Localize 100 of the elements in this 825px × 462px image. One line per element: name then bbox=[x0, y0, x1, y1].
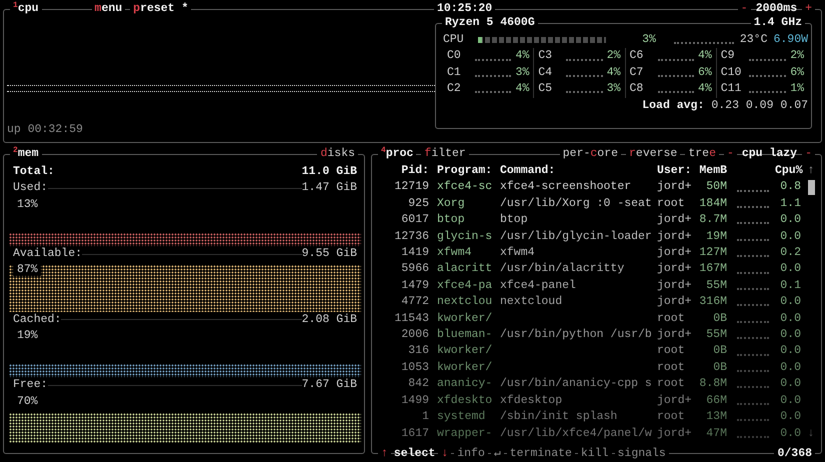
core-label: C9 bbox=[720, 48, 736, 64]
table-cell-text: kworker/ bbox=[436, 360, 494, 376]
mem-label: Available: bbox=[13, 246, 82, 262]
process-graph bbox=[737, 222, 769, 224]
core-percent: 6% bbox=[698, 64, 712, 81]
table-cell-text: 925 bbox=[407, 196, 430, 212]
mem-label: Cached: bbox=[13, 312, 62, 328]
column-header[interactable]: Command: bbox=[496, 163, 653, 180]
process-graph bbox=[737, 402, 769, 405]
table-cell-text: 1617 bbox=[400, 426, 430, 442]
table-cell-text: 8.7M bbox=[698, 212, 728, 228]
table-cell-text: root bbox=[656, 196, 686, 212]
core-percent: 2% bbox=[790, 48, 804, 64]
core-graph bbox=[475, 74, 512, 77]
table-cell-text: nextclou bbox=[436, 294, 494, 310]
table-cell-text: 47M bbox=[705, 426, 728, 442]
load-label: Load avg: bbox=[642, 98, 704, 114]
table-cell-text: wrapper- bbox=[436, 426, 494, 442]
table-cell-text: 0B bbox=[712, 360, 728, 376]
core-label: C10 bbox=[720, 64, 742, 81]
table-cell-text: root bbox=[656, 343, 686, 360]
table-cell-text: btop bbox=[436, 212, 466, 228]
table-cell-text: /usr/bin/alacritty bbox=[499, 261, 626, 278]
column-header[interactable]: Cpu% bbox=[775, 163, 805, 180]
cpu-mini-graph bbox=[674, 42, 734, 44]
scroll-up-arrow[interactable]: ↑ bbox=[805, 163, 817, 180]
load-values: 0.23 0.09 0.07 bbox=[711, 98, 808, 114]
table-cell-text: 0.2 bbox=[779, 245, 802, 262]
table-cell-text: 0.8 bbox=[779, 179, 802, 196]
column-header[interactable]: MemB bbox=[693, 163, 731, 180]
process-graph bbox=[737, 436, 769, 438]
table-cell-text: jord+ bbox=[656, 392, 693, 409]
cpu-label: CPU bbox=[443, 32, 464, 48]
table-cell-text: 0B bbox=[712, 310, 728, 327]
mem-value: 11.0 GiB bbox=[302, 164, 357, 180]
table-cell-text: jord+ bbox=[656, 228, 693, 245]
mem-value: 7.67 GiB bbox=[302, 377, 357, 394]
table-cell-text: ananicy- bbox=[436, 376, 494, 392]
table-cell-text: 1419 bbox=[400, 245, 430, 262]
table-cell-text: 0.0 bbox=[779, 212, 802, 228]
table-cell-text: Xorg bbox=[436, 196, 466, 212]
table-cell-text: 19M bbox=[705, 228, 728, 245]
table-cell-text: glycin-s bbox=[436, 228, 494, 245]
mem-label: Total: bbox=[13, 164, 54, 180]
mem-label: Free: bbox=[13, 377, 48, 394]
core-graph bbox=[566, 91, 603, 94]
table-cell-text: 66M bbox=[705, 392, 728, 409]
table-cell-text: 0.0 bbox=[779, 392, 802, 409]
column-header[interactable]: Pid: bbox=[375, 163, 433, 180]
core-percent: 3% bbox=[606, 81, 620, 98]
table-cell-text: 0.0 bbox=[779, 409, 802, 426]
select-button[interactable]: select bbox=[394, 446, 436, 462]
core-graph bbox=[658, 91, 694, 94]
mem-value: 2.08 GiB bbox=[302, 312, 357, 328]
column-header[interactable]: Program: bbox=[433, 163, 496, 180]
process-graph bbox=[737, 370, 769, 372]
core-label: C6 bbox=[630, 48, 644, 64]
column-header[interactable]: User: bbox=[653, 163, 693, 180]
core-graph bbox=[475, 91, 512, 94]
table-cell-text: 1 bbox=[421, 409, 430, 426]
process-graph bbox=[737, 206, 769, 208]
table-cell-text: root bbox=[656, 310, 686, 327]
table-cell-text: 0.0 bbox=[779, 294, 802, 310]
core-graph bbox=[748, 91, 786, 94]
core-label: C5 bbox=[538, 81, 554, 98]
sort-field: cpu lazy bbox=[742, 146, 798, 162]
table-cell-text: xfwm4 bbox=[436, 245, 473, 262]
table-cell-text: 167M bbox=[698, 261, 728, 278]
uptime: up 00:32:59 bbox=[7, 122, 84, 138]
table-cell-text: /usr/bin/ananicy-cpp s bbox=[499, 376, 653, 392]
table-cell-text: jord+ bbox=[656, 245, 693, 262]
table-cell-text: 1.1 bbox=[779, 196, 802, 212]
table-cell-text: xfce4-panel bbox=[499, 278, 577, 294]
table-cell-text: jord+ bbox=[656, 179, 693, 196]
core-graph bbox=[748, 74, 786, 77]
core-label: C7 bbox=[630, 64, 644, 81]
process-graph bbox=[737, 304, 769, 306]
table-cell-text: nextcloud bbox=[499, 294, 564, 310]
table-cell-text: xfwm4 bbox=[499, 245, 536, 262]
table-cell-text: blueman- bbox=[436, 327, 494, 344]
table-cell-text: jord+ bbox=[656, 426, 693, 442]
core-graph bbox=[658, 74, 694, 77]
core-percent: 3% bbox=[515, 64, 530, 81]
table-cell-text: 316M bbox=[698, 294, 728, 310]
table-cell-text: /usr/lib/Xorg :0 -seat bbox=[499, 196, 653, 212]
core-percent: 1% bbox=[790, 81, 804, 98]
core-percent: 6% bbox=[790, 64, 804, 81]
table-cell-text: 842 bbox=[407, 376, 430, 392]
core-graph bbox=[566, 74, 603, 77]
process-graph bbox=[737, 288, 769, 290]
table-cell-text: 1479 bbox=[400, 278, 430, 294]
cpu-temperature: 23°C bbox=[740, 32, 768, 48]
core-percent: 4% bbox=[698, 48, 712, 64]
table-cell-text: /sbin/init splash bbox=[499, 409, 618, 426]
table-cell-text: 13M bbox=[705, 409, 728, 426]
cpu-power: 6.90W bbox=[773, 32, 808, 48]
table-cell-text: kworker/ bbox=[436, 343, 494, 360]
process-graph bbox=[737, 255, 769, 258]
scroll-thumb[interactable] bbox=[808, 180, 814, 196]
table-cell-text: alacritt bbox=[436, 261, 494, 278]
